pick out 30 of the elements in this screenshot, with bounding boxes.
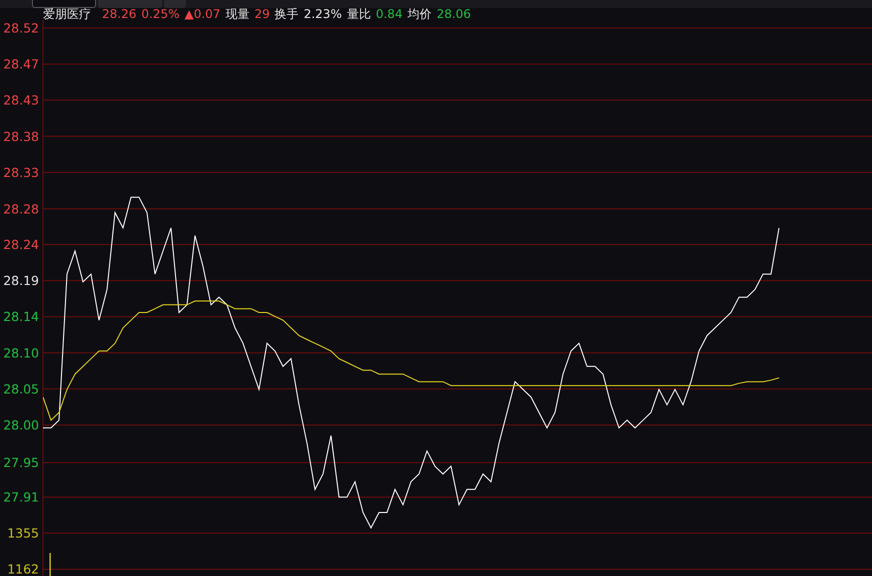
price-axis-label: 28.38 (3, 128, 39, 144)
volume-axis-label: 1162 (7, 562, 39, 576)
price-axis-label: 27.91 (3, 490, 39, 505)
quote-field: 2.23% (304, 8, 342, 20)
price-axis-label: 28.28 (3, 201, 39, 216)
price-axis-label: 28.47 (3, 56, 39, 72)
price-axis-label: 27.95 (3, 455, 39, 470)
quote-field: 均价 (408, 8, 432, 20)
quote-field: 现量 (225, 8, 250, 20)
price-axis-label: 28.24 (3, 236, 39, 252)
quote-field: 换手 (274, 8, 299, 20)
price-axis-label: 28.33 (3, 164, 39, 180)
price-axis-label: 28.05 (3, 381, 39, 396)
quote-field: 0.84 (376, 8, 403, 20)
tab[interactable] (164, 0, 186, 8)
quote-field: ▲0.07 (184, 8, 220, 20)
price-axis-label: 28.43 (3, 92, 39, 108)
quote-field: 量比 (346, 8, 371, 20)
tab[interactable] (32, 0, 96, 8)
quote-field: 29 (254, 8, 270, 20)
stock-name: 爱朋医疗 (43, 8, 91, 20)
quote-field: 28.06 (436, 8, 471, 20)
quote-field: 0.25% (141, 8, 180, 20)
quote-field: 28.26 (102, 8, 136, 20)
price-axis-label: 28.00 (3, 417, 39, 432)
price-axis-label: 28.14 (3, 309, 39, 324)
volume-axis-label: 1355 (7, 526, 39, 541)
price-axis-label: 28.10 (3, 345, 39, 360)
price-axis-label: 28.19 (3, 273, 39, 288)
price-axis-label: 28.52 (3, 20, 39, 36)
